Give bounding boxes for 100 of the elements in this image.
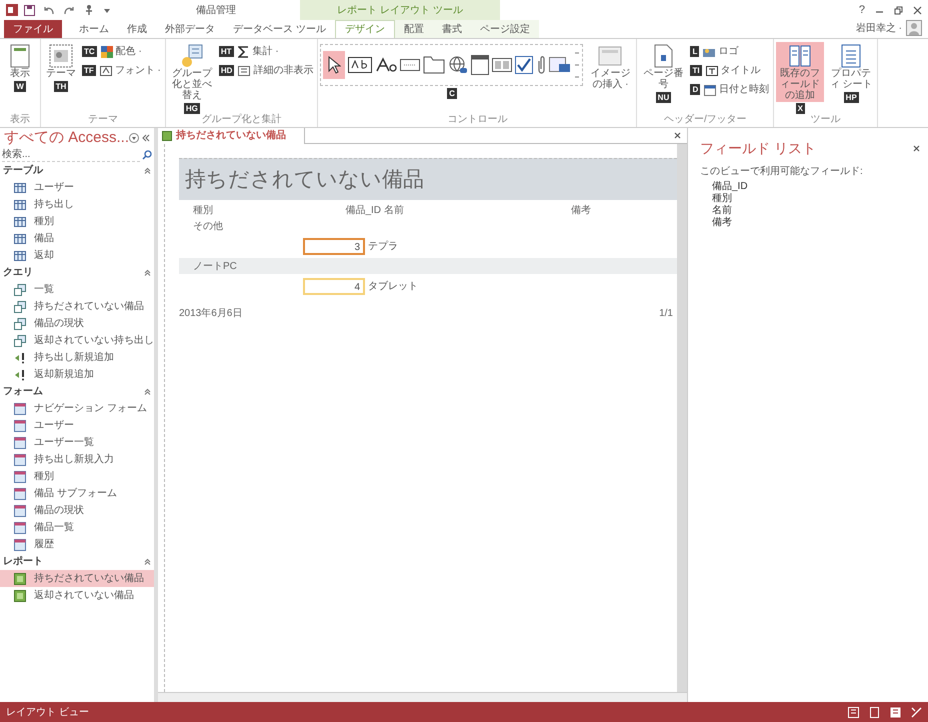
- navigation-item[interactable]: ユーザー一覧: [0, 434, 154, 451]
- ribbon-button[interactable]: ページ番号: [639, 42, 688, 91]
- collapse-icon[interactable]: [144, 167, 151, 174]
- field-item[interactable]: 備品_ID: [700, 181, 920, 193]
- ribbon-tab[interactable]: ホーム: [70, 20, 118, 38]
- ribbon-tab[interactable]: 作成: [118, 20, 156, 38]
- hyperlink-icon[interactable]: [448, 55, 468, 75]
- close-icon[interactable]: [913, 6, 922, 14]
- field-item[interactable]: 種別: [700, 193, 920, 205]
- navigation-control-icon[interactable]: [492, 58, 512, 72]
- id-field[interactable]: 3: [303, 238, 365, 254]
- checkbox-icon[interactable]: [515, 56, 534, 74]
- help-button[interactable]: ?: [858, 2, 865, 18]
- save-icon[interactable]: [24, 4, 35, 16]
- id-field[interactable]: 4: [303, 278, 365, 294]
- ribbon-tab[interactable]: デザイン: [334, 20, 395, 38]
- field-list-icon: [788, 44, 812, 68]
- command-button-icon[interactable]: [400, 59, 420, 71]
- navigation-item[interactable]: 持ちだされていない備品: [0, 570, 154, 587]
- navigation-item[interactable]: 種別: [0, 213, 154, 230]
- navigation-item[interactable]: ユーザー: [0, 179, 154, 196]
- ribbon-button[interactable]: イメージの挿入 ·: [586, 42, 634, 91]
- label-icon[interactable]: [375, 57, 398, 73]
- navigation-item[interactable]: ユーザー: [0, 417, 154, 434]
- close-icon[interactable]: [674, 132, 681, 139]
- column-header: 名前: [383, 204, 405, 218]
- search-icon[interactable]: [142, 150, 152, 160]
- collapse-icon[interactable]: [144, 558, 151, 565]
- navigation-item[interactable]: 一覧: [0, 281, 154, 298]
- ribbon-button[interactable]: 集計 ·: [236, 44, 281, 59]
- sigma-icon: [238, 46, 250, 58]
- dropdown-icon[interactable]: [129, 133, 140, 143]
- field-item[interactable]: 名前: [700, 205, 920, 217]
- print-preview-icon[interactable]: [869, 706, 880, 718]
- text-box-icon[interactable]: [348, 57, 372, 73]
- ribbon-button[interactable]: 日付と時刻: [702, 82, 772, 97]
- ribbon-tab[interactable]: 書式: [432, 20, 471, 38]
- group-header[interactable]: レポート: [3, 554, 43, 569]
- group-header[interactable]: テーブル: [3, 163, 43, 178]
- redo-icon[interactable]: [63, 5, 75, 15]
- navigation-item[interactable]: 備品 サブフォーム: [0, 485, 154, 502]
- navigation-item[interactable]: 返却: [0, 247, 154, 264]
- tab-control-icon[interactable]: [423, 56, 446, 74]
- navigation-item[interactable]: 返却されていない備品: [0, 587, 154, 604]
- design-view-icon[interactable]: [911, 706, 922, 718]
- navigation-item[interactable]: 返却新規追加: [0, 366, 154, 383]
- navigation-item[interactable]: 備品: [0, 230, 154, 247]
- vertical-scrollbar[interactable]: [677, 144, 687, 692]
- navigation-item[interactable]: 持ちだされていない備品: [0, 298, 154, 315]
- pointer-icon[interactable]: [327, 56, 342, 74]
- navigation-item[interactable]: 履歴: [0, 536, 154, 553]
- ribbon-button[interactable]: タイトル: [704, 63, 763, 78]
- keytip-badge: X: [796, 103, 805, 114]
- navigation-item[interactable]: 種別: [0, 468, 154, 485]
- ribbon-tab[interactable]: 配置: [394, 20, 433, 38]
- user-name[interactable]: 岩田幸之 ·: [856, 20, 902, 36]
- ribbon-button[interactable]: 配色 ·: [98, 44, 144, 59]
- web-browser-icon[interactable]: [471, 55, 490, 75]
- ribbon-button[interactable]: フォント ·: [98, 63, 163, 78]
- ribbon-tab[interactable]: データベース ツール: [224, 20, 335, 38]
- ribbon-button[interactable]: プロパティ シート: [827, 42, 876, 91]
- image-control-icon[interactable]: [549, 55, 572, 75]
- item-label: 備品一覧: [34, 521, 74, 535]
- navigation-item[interactable]: 持ち出し新規追加: [0, 349, 154, 366]
- navigation-item[interactable]: 備品の現状: [0, 502, 154, 519]
- navigation-item[interactable]: 返却されていない持ち出し: [0, 332, 154, 349]
- ribbon-button[interactable]: 既存のフィールドの追加: [776, 42, 824, 102]
- layout-view-icon[interactable]: [890, 706, 901, 718]
- navigation-item[interactable]: 備品一覧: [0, 519, 154, 536]
- ribbon-button[interactable]: グループ化と並べ替え: [168, 42, 216, 102]
- group-header[interactable]: フォーム: [3, 384, 43, 399]
- restore-icon[interactable]: [894, 6, 903, 14]
- ribbon-button[interactable]: ロゴ: [701, 44, 740, 59]
- collapse-icon[interactable]: [144, 388, 151, 395]
- collapse-icon[interactable]: [142, 134, 150, 142]
- navigation-item[interactable]: 持ち出し新規入力: [0, 451, 154, 468]
- keytip-badge: HD: [218, 65, 234, 76]
- controls-gallery[interactable]: [320, 44, 584, 86]
- report-view-icon[interactable]: [848, 706, 859, 718]
- collapse-icon[interactable]: [144, 269, 151, 276]
- close-icon[interactable]: [913, 145, 920, 152]
- field-item[interactable]: 備考: [700, 217, 920, 229]
- navigation-item[interactable]: 備品の現状: [0, 315, 154, 332]
- touch-mode-icon[interactable]: [83, 4, 95, 16]
- ribbon-tab[interactable]: ページ設定: [470, 20, 539, 38]
- column-header: 備考: [571, 204, 592, 218]
- ribbon-button[interactable]: 表示: [2, 42, 38, 80]
- undo-icon[interactable]: [43, 5, 55, 15]
- group-header[interactable]: クエリ: [3, 265, 33, 280]
- ribbon-button[interactable]: 詳細の非表示: [236, 63, 316, 78]
- ribbon-button[interactable]: テーマ: [43, 42, 79, 80]
- customize-icon[interactable]: [103, 6, 111, 14]
- navigation-item[interactable]: 持ち出し: [0, 196, 154, 213]
- document-tab[interactable]: 持ちだされていない備品: [158, 128, 305, 144]
- horizontal-scrollbar[interactable]: [158, 692, 687, 702]
- navigation-item[interactable]: ナビゲーション フォーム: [0, 400, 154, 417]
- ribbon-tab[interactable]: 外部データ: [156, 20, 224, 38]
- attachment-icon[interactable]: [536, 55, 546, 75]
- ribbon-tab[interactable]: ファイル: [4, 20, 62, 38]
- search-field[interactable]: 検索...: [2, 148, 140, 162]
